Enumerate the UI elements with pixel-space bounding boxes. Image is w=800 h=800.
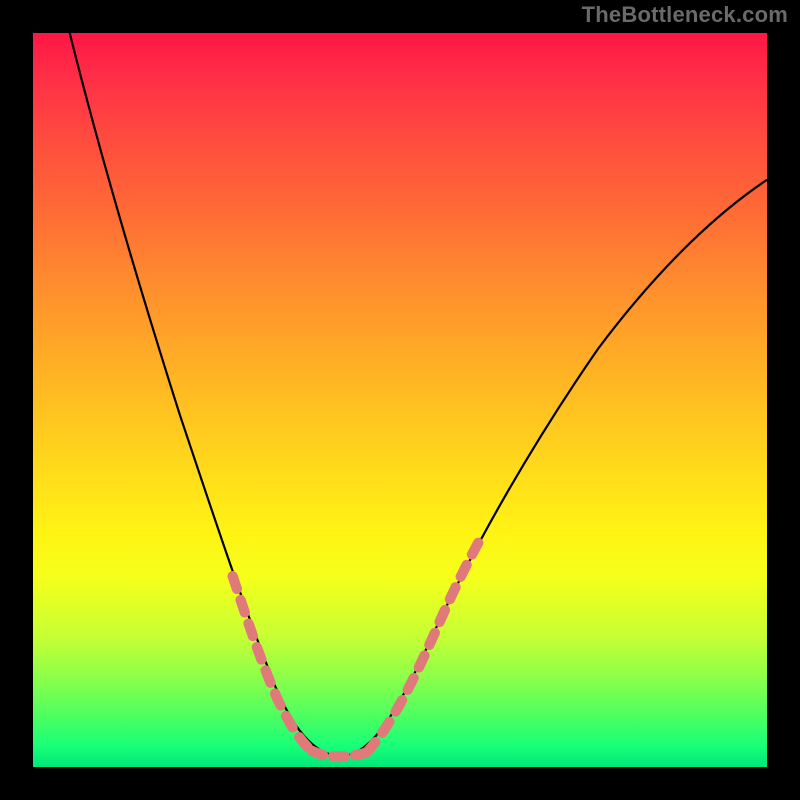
chart-frame: TheBottleneck.com bbox=[0, 0, 800, 800]
marker-dots-left bbox=[233, 576, 312, 751]
chart-svg bbox=[33, 33, 767, 767]
chart-plot-area bbox=[33, 33, 767, 767]
marker-dots-trough bbox=[312, 751, 367, 757]
bottleneck-curve bbox=[70, 33, 767, 756]
watermark-label: TheBottleneck.com bbox=[582, 2, 788, 28]
marker-dots-right bbox=[367, 536, 482, 753]
